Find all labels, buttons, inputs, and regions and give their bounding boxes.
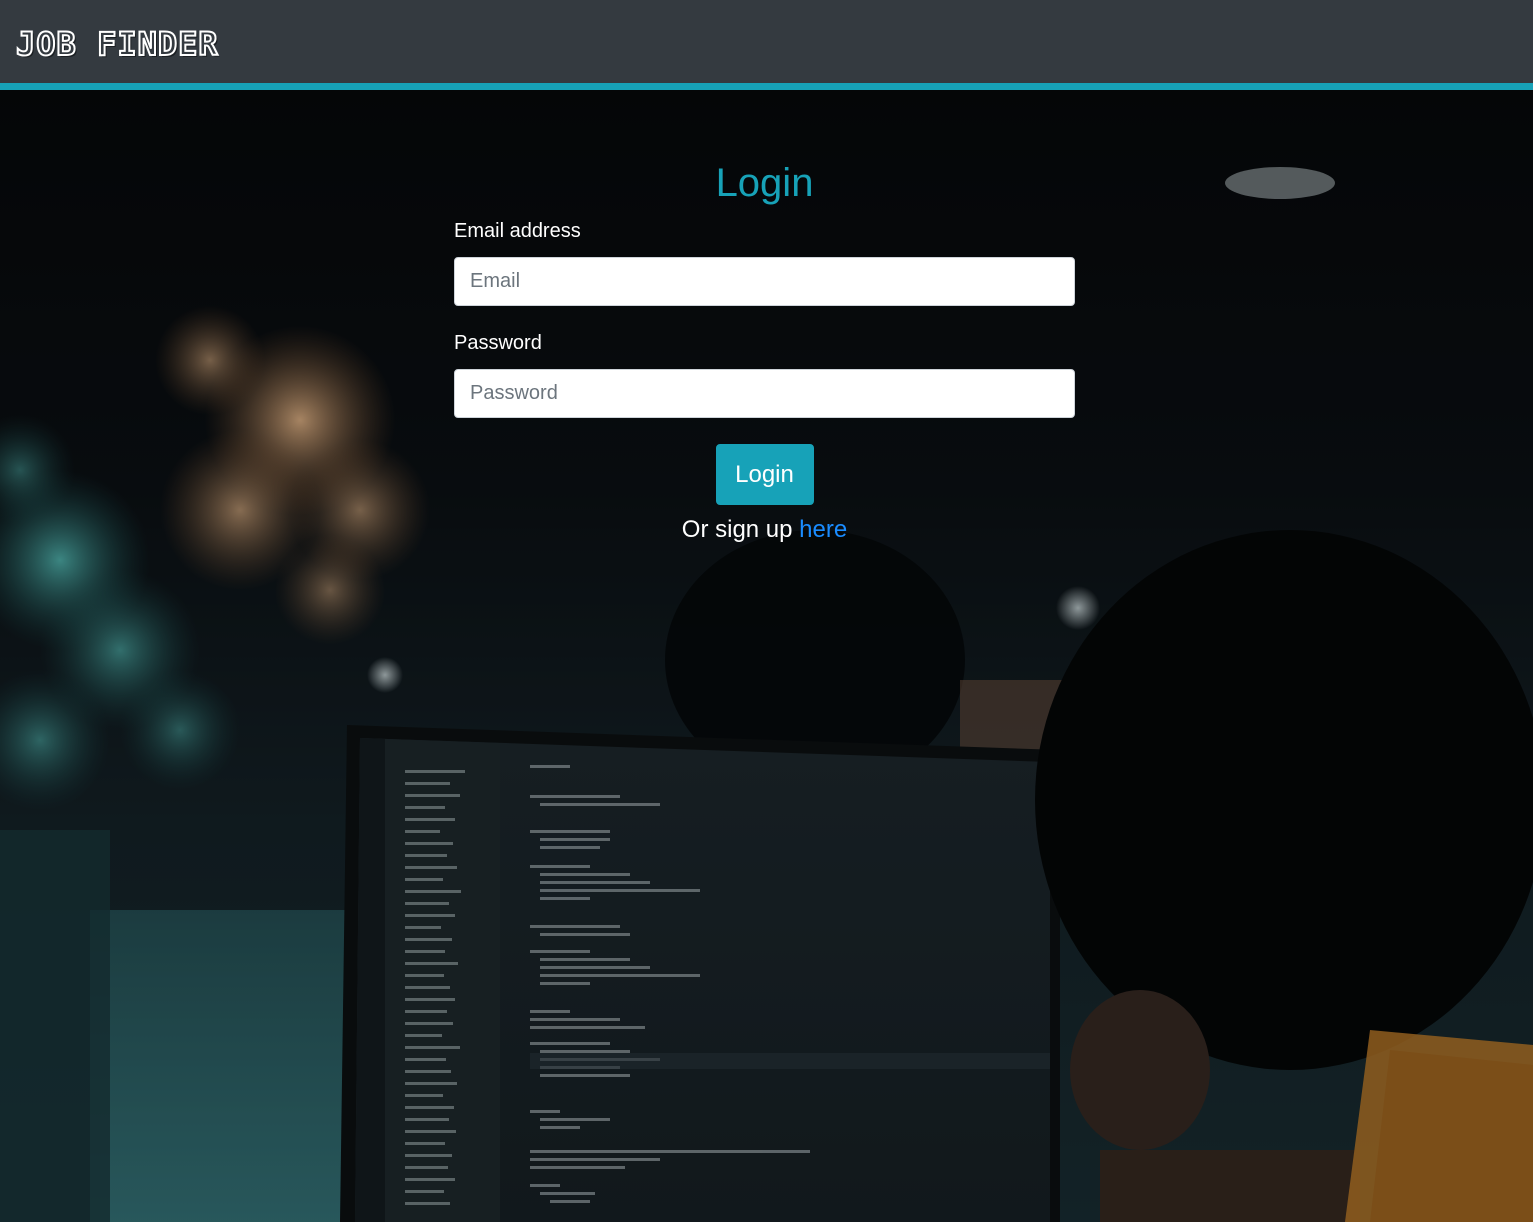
login-form: Login Email address Password Login Or si… — [454, 150, 1075, 545]
email-label: Email address — [454, 220, 581, 242]
password-label: Password — [454, 332, 542, 354]
login-title: Login — [715, 161, 814, 205]
field-spacer — [454, 306, 1075, 328]
submit-row: Login — [454, 444, 1075, 505]
signup-link[interactable]: here — [799, 516, 847, 543]
email-input[interactable] — [454, 257, 1075, 306]
navbar: JOB FINDER — [0, 0, 1533, 90]
signup-prefix: Or sign up — [681, 516, 793, 543]
login-button[interactable]: Login — [715, 444, 814, 505]
brand-logo[interactable]: JOB FINDER — [15, 24, 219, 64]
signup-prompt: Or sign up here — [454, 515, 1075, 545]
login-page: JOB FINDER Login Email address Email Pas… — [0, 0, 1533, 1222]
password-input[interactable] — [454, 369, 1075, 418]
